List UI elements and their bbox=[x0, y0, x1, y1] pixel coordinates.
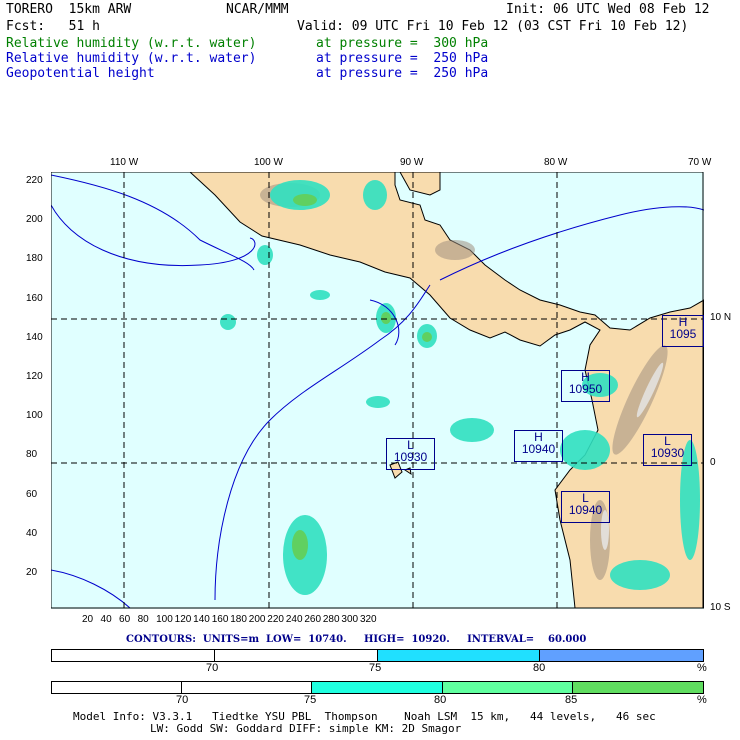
x-tick-label: 20 bbox=[82, 614, 94, 625]
y-tick-label: 220 bbox=[26, 175, 43, 186]
y-tick-label: 80 bbox=[26, 449, 38, 461]
colorbar-label: % bbox=[697, 662, 707, 674]
lon-label: 90 W bbox=[400, 157, 424, 168]
org-label: NCAR/MMM bbox=[226, 2, 289, 17]
high-center-label: H 10940 bbox=[514, 430, 563, 462]
y-tick-label: 60 bbox=[26, 488, 38, 500]
rh300-colorbar bbox=[51, 681, 704, 694]
x-tick-label: 160 bbox=[211, 614, 229, 625]
y-tick-label: 120 bbox=[26, 371, 43, 382]
colorbar-label: 70 bbox=[176, 694, 189, 706]
field-name: Relative humidity (w.r.t. water) bbox=[6, 36, 257, 51]
rh250-colorbar bbox=[51, 649, 704, 662]
lon-label: 110 W bbox=[110, 157, 139, 168]
y-tick-label: 160 bbox=[26, 292, 43, 304]
x-tick-label: 220 bbox=[267, 614, 284, 625]
field-level: at pressure = 250 hPa bbox=[316, 66, 489, 81]
y-tick-label: 20 bbox=[26, 567, 38, 578]
valid-time: Valid: 09 UTC Fri 10 Feb 12 (03 CST Fri … bbox=[297, 19, 689, 34]
x-tick-label: 280 bbox=[322, 614, 340, 625]
colorbar-label: 75 bbox=[369, 662, 382, 674]
colorbar-label: 80 bbox=[434, 694, 447, 706]
colorbar-label: 75 bbox=[304, 694, 317, 706]
model-physics: LW: Godd SW: Goddard DIFF: simple KM: 2D… bbox=[150, 722, 462, 735]
lon-label: 70 W bbox=[688, 157, 712, 168]
high-center-label: H 1095 bbox=[662, 315, 704, 347]
model-title: TORERO 15km ARW bbox=[6, 2, 132, 17]
x-tick-label: 60 bbox=[119, 614, 131, 625]
colorbar-label: 80 bbox=[533, 662, 546, 674]
low-center-label: L 10930 bbox=[386, 438, 435, 470]
lon-label: 80 W bbox=[544, 157, 568, 168]
colorbar-label: 70 bbox=[206, 662, 219, 674]
y-tick-label: 180 bbox=[26, 253, 43, 265]
y-tick-label: 140 bbox=[26, 331, 43, 343]
x-tick-label: 40 bbox=[100, 614, 112, 625]
y-tick-label: 100 bbox=[26, 410, 43, 422]
x-tick-label: 180 bbox=[230, 614, 247, 625]
y-tick-label: 200 bbox=[26, 214, 43, 226]
field-name: Relative humidity (w.r.t. water) bbox=[6, 51, 257, 66]
field-level: at pressure = 250 hPa bbox=[316, 51, 489, 66]
init-time: Init: 06 UTC Wed 08 Feb 12 bbox=[506, 2, 710, 17]
x-tick-label: 80 bbox=[137, 614, 149, 625]
x-tick-label: 260 bbox=[304, 614, 322, 625]
x-tick-label: 320 bbox=[359, 614, 377, 625]
x-tick-label: 140 bbox=[193, 614, 210, 625]
lat-label: 0 bbox=[710, 457, 716, 468]
x-tick-label: 200 bbox=[248, 614, 266, 625]
lat-label: 10 S bbox=[710, 602, 731, 613]
high-center-label: H 10950 bbox=[561, 370, 610, 402]
x-tick-label: 240 bbox=[285, 614, 303, 625]
x-tick-label: 300 bbox=[341, 614, 359, 625]
colorbar-label: 85 bbox=[565, 694, 578, 706]
y-tick-label: 40 bbox=[26, 527, 38, 539]
low-center-label: L 10940 bbox=[561, 491, 610, 523]
lon-label: 100 W bbox=[254, 157, 283, 168]
x-tick-label: 100 bbox=[156, 614, 173, 625]
colorbar-label: % bbox=[697, 694, 707, 706]
contour-info: CONTOURS: UNITS=m LOW= 10740. HIGH= 1092… bbox=[126, 634, 587, 645]
forecast-hour: Fcst: 51 h bbox=[6, 19, 100, 34]
lat-label: 10 N bbox=[710, 312, 732, 323]
low-center-label: L 10930 bbox=[643, 434, 692, 466]
field-name: Geopotential height bbox=[6, 66, 155, 81]
x-tick-label: 120 bbox=[174, 614, 192, 625]
field-level: at pressure = 300 hPa bbox=[316, 36, 489, 51]
